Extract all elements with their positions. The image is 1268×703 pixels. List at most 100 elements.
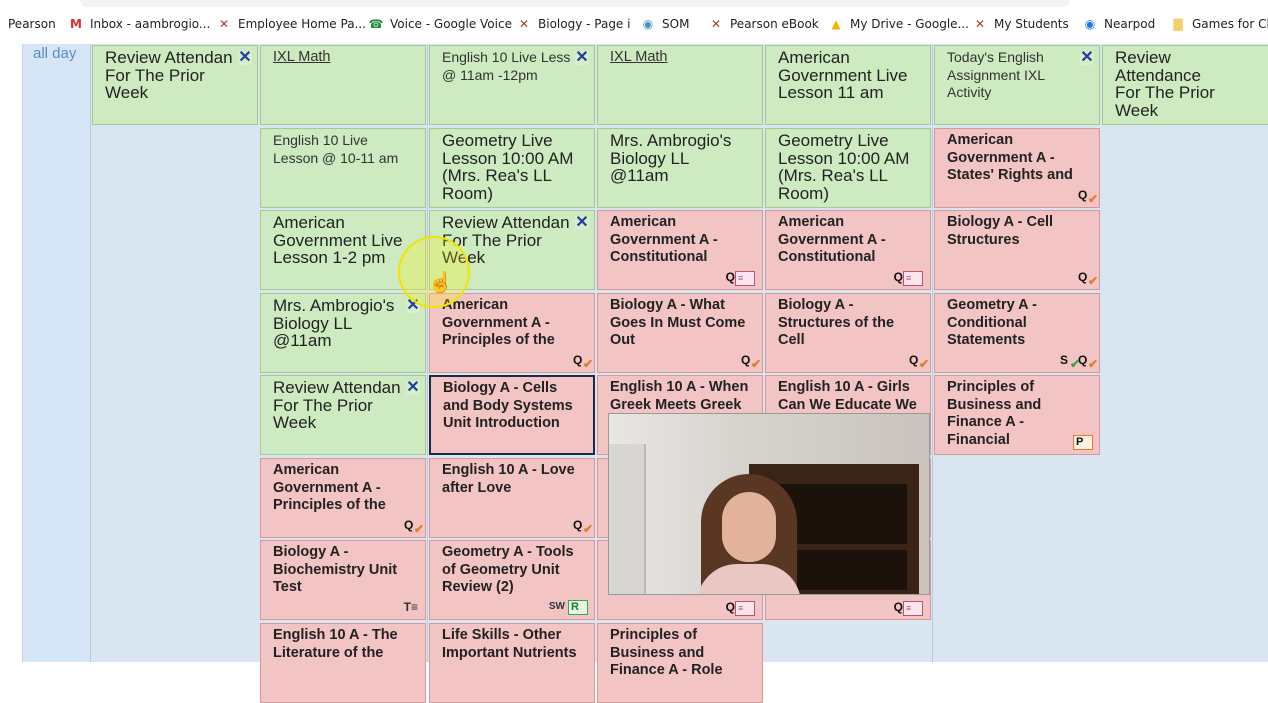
x-logo-icon: ✕ bbox=[710, 17, 722, 31]
x-logo-icon: ✕ bbox=[218, 17, 230, 31]
calendar-event[interactable]: Today's English Assignment IXL Activity ✕ bbox=[934, 45, 1100, 125]
gmail-icon: M bbox=[70, 17, 82, 31]
event-badges: Q ✔ bbox=[572, 352, 593, 371]
event-badges: Q ≡ bbox=[725, 269, 756, 286]
bookmark-item[interactable]: ✕ Pearson eBook bbox=[708, 14, 819, 34]
close-icon[interactable]: ✕ bbox=[575, 215, 589, 231]
close-icon[interactable]: ✕ bbox=[406, 380, 420, 396]
calendar-event[interactable]: Review Attendan For The Prior Week ✕ bbox=[260, 375, 426, 455]
quiz-check-icon: Q ✔ bbox=[909, 353, 929, 371]
x-logo-icon: ✕ bbox=[974, 17, 986, 31]
bookmark-item[interactable]: ▲ My Drive - Google... bbox=[828, 14, 969, 34]
calendar-event[interactable]: English 10 A - The Literature of the bbox=[260, 623, 426, 703]
calendar-event[interactable]: American Government A - Constitutional Q ≡ bbox=[765, 210, 931, 290]
calendar-event[interactable]: Mrs. Ambrogio's Biology LL @11am bbox=[597, 128, 763, 208]
calendar-event[interactable]: IXL Math bbox=[260, 45, 426, 125]
event-title: Geometry Live Lesson 10:00 AM (Mrs. Rea'… bbox=[442, 131, 574, 203]
event-title: Geometry Live Lesson 10:00 AM (Mrs. Rea'… bbox=[778, 131, 910, 203]
calendar-event[interactable]: American Government A - States' Rights a… bbox=[934, 128, 1100, 208]
quiz-check-icon: Q ✔ bbox=[573, 353, 593, 371]
close-icon[interactable]: ✕ bbox=[575, 50, 589, 66]
quiz-doc-icon: Q ≡ bbox=[893, 599, 924, 616]
x-logo-icon: ✕ bbox=[518, 17, 530, 31]
event-title: Mrs. Ambrogio's Biology LL @11am bbox=[610, 131, 732, 185]
calendar-event[interactable]: Review Attendan For The Prior Week ✕ bbox=[92, 45, 258, 125]
event-title: American Government A - Constitutional bbox=[610, 214, 718, 265]
quiz-doc-icon: Q ≡ bbox=[893, 269, 924, 286]
event-badges: Q ✔ bbox=[740, 352, 761, 371]
bookmark-label: My Drive - Google... bbox=[850, 17, 969, 31]
close-icon[interactable]: ✕ bbox=[238, 50, 252, 66]
calendar-event[interactable]: Biology A - Cell Structures Q ✔ bbox=[934, 210, 1100, 290]
test-doc-icon: T≡ bbox=[403, 600, 418, 614]
calendar-event[interactable]: American Government Live Lesson 11 am bbox=[765, 45, 931, 125]
sw-icon: SW bbox=[548, 601, 565, 612]
event-title: Biology A - Cells and Body Systems Unit … bbox=[443, 380, 573, 431]
calendar-event[interactable]: Biology A - What Goes In Must Come Out Q ✔ bbox=[597, 293, 763, 373]
event-title: Geometry A - Conditional Statements bbox=[947, 297, 1037, 348]
quiz-check-icon: Q ✔ bbox=[741, 353, 761, 371]
address-bar-edge bbox=[80, 0, 1070, 7]
bookmark-item[interactable]: Pearson bbox=[8, 14, 56, 34]
calendar-event[interactable]: Geometry Live Lesson 10:00 AM (Mrs. Rea'… bbox=[429, 128, 595, 208]
event-title: Biology A - Biochemistry Unit Test bbox=[273, 544, 398, 595]
bookmark-item[interactable]: ✕ My Students bbox=[972, 14, 1069, 34]
event-title: English 10 A - Love after Love bbox=[442, 462, 575, 496]
day-column[interactable] bbox=[1101, 44, 1268, 662]
calendar-event[interactable]: Geometry A - Tools of Geometry Unit Revi… bbox=[429, 540, 595, 620]
calendar-event[interactable]: American Government A - Principles of th… bbox=[429, 293, 595, 373]
calendar-event[interactable]: Mrs. Ambrogio's Biology LL @11am ✕ bbox=[260, 293, 426, 373]
calendar-event[interactable]: English 10 Live Lesson @ 10-11 am bbox=[260, 128, 426, 208]
video-person-face bbox=[722, 492, 776, 562]
bookmark-item[interactable]: ◉ Nearpod bbox=[1082, 14, 1155, 34]
event-badges: Q ✔ bbox=[1077, 269, 1098, 288]
calendar-event[interactable]: English 10 Live Less @ 11am -12pm ✕ bbox=[429, 45, 595, 125]
calendar-event[interactable]: IXL Math bbox=[597, 45, 763, 125]
calendar-event[interactable]: Life Skills - Other Important Nutrients bbox=[429, 623, 595, 703]
bookmarks-bar: Pearson M Inbox - aambrogio... ✕ Employee Ho… bbox=[0, 0, 1268, 45]
calendar-event[interactable]: English 10 A - Love after Love Q ✔ bbox=[429, 458, 595, 538]
bookmark-item[interactable]: ✕ Biology - Page i bbox=[516, 14, 631, 34]
close-icon[interactable]: ✕ bbox=[1080, 50, 1094, 66]
bookmark-item[interactable]: ◉ SOM bbox=[640, 14, 690, 34]
video-door bbox=[609, 444, 646, 594]
drive-icon: ▲ bbox=[831, 17, 841, 31]
calendar-event[interactable]: Review Attendance For The Prior Week bbox=[1102, 45, 1268, 125]
event-title: American Government Live Lesson 11 am bbox=[778, 48, 908, 102]
allday-label: all day bbox=[33, 45, 77, 62]
circle-icon: ◉ bbox=[642, 17, 654, 31]
bookmark-item[interactable]: ☎ Voice - Google Voice bbox=[368, 14, 512, 34]
calendar-event[interactable]: Principles of Business and Finance A - F… bbox=[934, 375, 1100, 455]
event-title: Geometry A - Tools of Geometry Unit Revi… bbox=[442, 544, 574, 595]
event-title: IXL Math bbox=[610, 49, 668, 65]
calendar-event[interactable]: Biology A - Structures of the Cell Q ✔ bbox=[765, 293, 931, 373]
calendar-event[interactable]: Geometry Live Lesson 10:00 AM (Mrs. Rea'… bbox=[765, 128, 931, 208]
event-badges: S ✔ Q ✔ bbox=[1059, 352, 1098, 370]
event-badges: Q ≡ bbox=[893, 269, 924, 286]
event-title: American Government A - Principles of th… bbox=[273, 462, 386, 513]
bookmark-item[interactable]: ▇ Games for Cla bbox=[1170, 14, 1268, 34]
quiz-check-icon: Q ✔ bbox=[1078, 270, 1098, 288]
calendar-event[interactable]: Biology A - Biochemistry Unit Test T≡ bbox=[260, 540, 426, 620]
quiz-doc-icon: Q ≡ bbox=[725, 599, 756, 616]
webcam-video[interactable] bbox=[608, 413, 930, 595]
bookmark-label: Inbox - aambrogio... bbox=[90, 17, 211, 31]
event-badges: P bbox=[1073, 435, 1093, 450]
event-title: American Government A - Constitutional bbox=[778, 214, 886, 265]
bookmark-item[interactable]: M Inbox - aambrogio... bbox=[68, 14, 210, 34]
day-column[interactable] bbox=[91, 44, 260, 662]
event-title: Mrs. Ambrogio's Biology LL @11am bbox=[273, 296, 395, 350]
quiz-check-icon: Q ✔ bbox=[1078, 188, 1098, 206]
bookmark-item[interactable]: ✕ Employee Home Pa... bbox=[216, 14, 366, 34]
event-title: Today's English Assignment IXL Activity bbox=[947, 49, 1045, 100]
calendar-event[interactable]: Principles of Business and Finance A - R… bbox=[597, 623, 763, 703]
calendar-event[interactable]: Geometry A - Conditional Statements S ✔ Q ✔ bbox=[934, 293, 1100, 373]
calendar-event[interactable]: Biology A - Cells and Body Systems Unit … bbox=[429, 375, 595, 455]
quiz-check-icon: Q ✔ bbox=[573, 518, 593, 536]
calendar-event[interactable]: American Government A - Principles of th… bbox=[260, 458, 426, 538]
event-title: American Government Live Lesson 1-2 pm bbox=[273, 213, 403, 267]
bookmark-label: Pearson bbox=[8, 17, 56, 31]
event-title: Life Skills - Other Important Nutrients bbox=[442, 627, 577, 661]
calendar-event[interactable]: American Government A - Constitutional Q ≡ bbox=[597, 210, 763, 290]
bookmark-label: My Students bbox=[994, 17, 1069, 31]
